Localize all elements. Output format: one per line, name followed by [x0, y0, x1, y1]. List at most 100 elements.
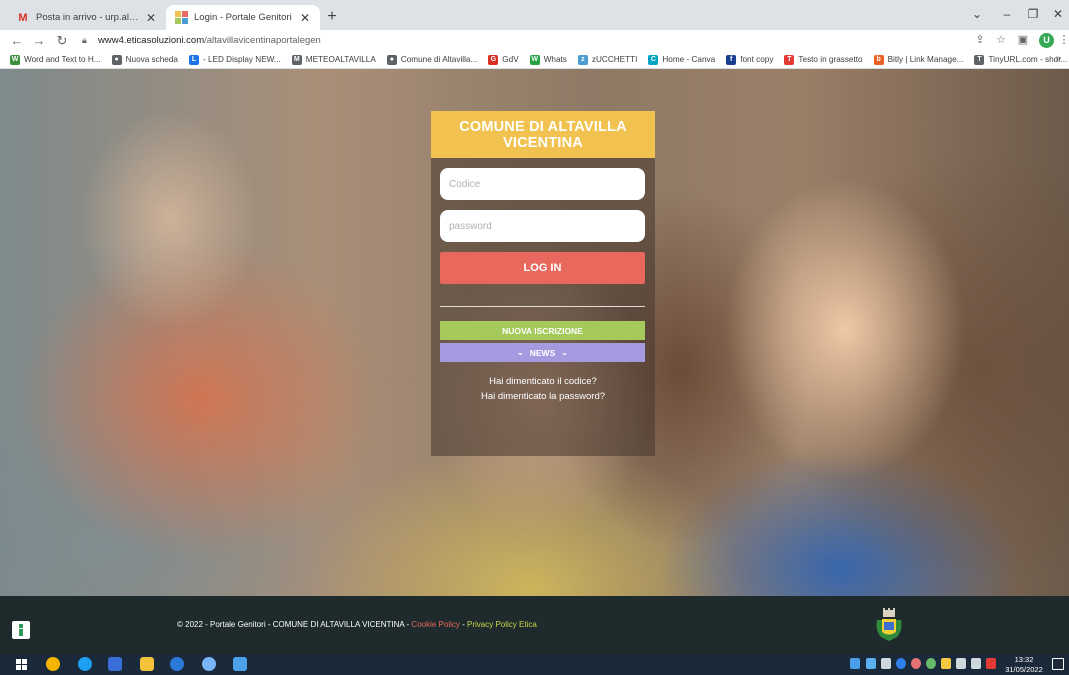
tab-search-chevron-icon[interactable]: ⌄	[962, 0, 992, 30]
bookmark-item[interactable]: G GdV	[488, 54, 519, 65]
news-button[interactable]: ⌄ NEWS ⌄	[440, 343, 645, 362]
app-icon[interactable]	[108, 657, 122, 671]
bookmark-label: Word and Text to H...	[24, 55, 101, 64]
bookmark-favicon-icon: T	[974, 54, 985, 65]
close-tab-icon[interactable]: ✕	[298, 11, 312, 25]
tray-icon[interactable]	[881, 658, 891, 669]
tab-login-portale[interactable]: Login - Portale Genitori ✕	[166, 5, 320, 30]
mail-app-icon[interactable]	[170, 657, 184, 671]
bookmark-favicon-icon: W	[10, 54, 20, 65]
bluetooth-icon[interactable]	[896, 658, 906, 669]
accessibility-button[interactable]	[12, 621, 30, 639]
portal-favicon-icon	[174, 11, 188, 25]
profile-avatar[interactable]: U	[1039, 33, 1054, 48]
bookmark-item[interactable]: C Home - Canva	[648, 54, 716, 65]
bookmark-item[interactable]: T Testo in grassetto	[784, 54, 863, 65]
forgot-password-link[interactable]: Hai dimenticato la password?	[440, 391, 646, 402]
bookmark-label: zUCCHETTI	[591, 55, 638, 64]
share-icon[interactable]: ⇪	[971, 32, 989, 49]
bookmark-favicon-icon: L	[188, 54, 199, 65]
tray-icon[interactable]	[850, 658, 860, 669]
password-input[interactable]	[440, 210, 645, 242]
bookmark-item[interactable]: L- LED Display NEW...	[188, 54, 281, 65]
bookmark-label: Bitly | Link Manage...	[887, 55, 964, 64]
clock-time: 13:32	[1014, 655, 1034, 664]
system-clock[interactable]: 13:32 31/05/2022	[1003, 654, 1045, 675]
more-bookmarks-icon[interactable]: »	[1055, 53, 1061, 64]
close-tab-icon[interactable]: ✕	[144, 11, 158, 25]
reload-icon[interactable]: ↻	[53, 32, 71, 49]
divider	[440, 306, 645, 307]
bookmark-favicon-icon: ●	[386, 54, 397, 65]
windows-taskbar: 13:32 31/05/2022	[0, 654, 1069, 675]
chrome-icon[interactable]	[46, 657, 60, 671]
bookmark-label: font copy	[740, 55, 774, 64]
login-form: LOG IN NUOVA ISCRIZIONE ⌄ NEWS ⌄ Hai dim…	[431, 158, 655, 456]
bookmark-favicon-icon: T	[784, 54, 795, 65]
bookmark-item[interactable]: T TinyURL.com - shor...	[974, 54, 1067, 65]
bookmark-favicon-icon: W	[529, 54, 540, 65]
tray-icon[interactable]	[941, 658, 951, 669]
forgot-code-link[interactable]: Hai dimenticato il codice?	[440, 376, 646, 387]
bookmark-star-icon[interactable]: ☆	[992, 32, 1010, 49]
bookmark-label: - LED Display NEW...	[202, 55, 281, 64]
address-bar[interactable]: 🔒︎ www4.eticasoluzioni.com/altavillavice…	[82, 31, 962, 50]
clock-date: 31/05/2022	[1005, 665, 1043, 674]
windows-start-icon[interactable]	[16, 659, 27, 670]
tray-icon[interactable]	[926, 658, 936, 669]
new-tab-button[interactable]: +	[322, 7, 342, 27]
privacy-policy-link[interactable]: Privacy Policy Etica	[467, 620, 537, 629]
bookmark-item[interactable]: M METEOALTAVILLA	[291, 54, 376, 65]
bookmark-favicon-icon: b	[873, 54, 884, 65]
notifications-icon[interactable]	[1052, 658, 1064, 670]
display-icon[interactable]	[971, 658, 981, 669]
bookmark-item[interactable]: ● Comune di Altavilla...	[386, 54, 478, 65]
forward-arrow-icon[interactable]: →	[30, 32, 48, 49]
copyright-text: © 2022 - Portale Genitori - COMUNE DI AL…	[177, 620, 412, 629]
bookmark-item[interactable]: ● Nuova scheda	[111, 54, 178, 65]
login-button[interactable]: LOG IN	[440, 252, 645, 284]
bookmark-item[interactable]: W Whats	[529, 54, 567, 65]
url-path: /altavillavicentinaportalegen	[204, 35, 321, 46]
page-footer: © 2022 - Portale Genitori - COMUNE DI AL…	[0, 596, 1069, 654]
codice-input[interactable]	[440, 168, 645, 200]
bookmark-item[interactable]: b Bitly | Link Manage...	[873, 54, 964, 65]
tray-icon[interactable]	[866, 658, 876, 669]
bookmark-item[interactable]: W Word and Text to H...	[10, 54, 101, 65]
login-page-background: COMUNE DI ALTAVILLA VICENTINA LOG IN NUO…	[0, 69, 1069, 596]
menu-kebab-icon[interactable]: ⋮	[1055, 32, 1069, 49]
document-app-icon[interactable]	[233, 657, 247, 671]
footer-separator: -	[459, 620, 467, 629]
municipal-crest-icon	[876, 608, 902, 641]
gmail-icon: M	[18, 11, 28, 24]
edge-icon[interactable]	[78, 657, 92, 671]
volume-muted-icon[interactable]	[986, 658, 996, 669]
bookmark-item[interactable]: z zUCCHETTI	[577, 54, 638, 65]
person-icon	[19, 624, 23, 636]
tab-title: Login - Portale Genitori	[194, 12, 292, 23]
network-icon[interactable]	[956, 658, 966, 669]
file-explorer-icon[interactable]	[140, 657, 154, 671]
nuova-iscrizione-button[interactable]: NUOVA ISCRIZIONE	[440, 321, 645, 340]
close-window-icon[interactable]: ✕	[1043, 0, 1069, 30]
browser-app-icon[interactable]	[202, 657, 216, 671]
bookmarks-bar: W Word and Text to H... ● Nuova scheda L - LE…	[0, 51, 1069, 69]
bookmark-item[interactable]: f font copy	[726, 54, 774, 65]
bookmark-label: Home - Canva	[662, 55, 716, 64]
browser-toolbar: ← → ↻ 🔒︎ www4.eticasoluzioni.com/altavil…	[0, 30, 1069, 51]
news-label: NEWS	[529, 347, 556, 358]
bookmark-label: Testo in grassetto	[798, 55, 863, 64]
tab-gmail[interactable]: M Posta in arrivo - urp.altavillavicen ✕	[8, 5, 166, 30]
bookmark-favicon-icon: M	[291, 54, 302, 65]
bookmark-favicon-icon: G	[488, 54, 499, 65]
cookie-policy-link[interactable]: Cookie Policy	[411, 620, 459, 629]
back-arrow-icon[interactable]: ←	[8, 32, 26, 49]
tab-title: Posta in arrivo - urp.altavillavicen	[36, 12, 140, 23]
side-panel-icon[interactable]: ▣	[1014, 32, 1032, 49]
lock-icon: 🔒︎	[82, 35, 87, 45]
tray-icon[interactable]	[911, 658, 921, 669]
bookmark-favicon-icon: z	[577, 54, 588, 65]
browser-tab-strip: M Posta in arrivo - urp.altavillavicen ✕…	[0, 0, 1069, 30]
bookmark-label: Whats	[543, 55, 567, 64]
bookmark-label: Comune di Altavilla...	[400, 55, 478, 64]
